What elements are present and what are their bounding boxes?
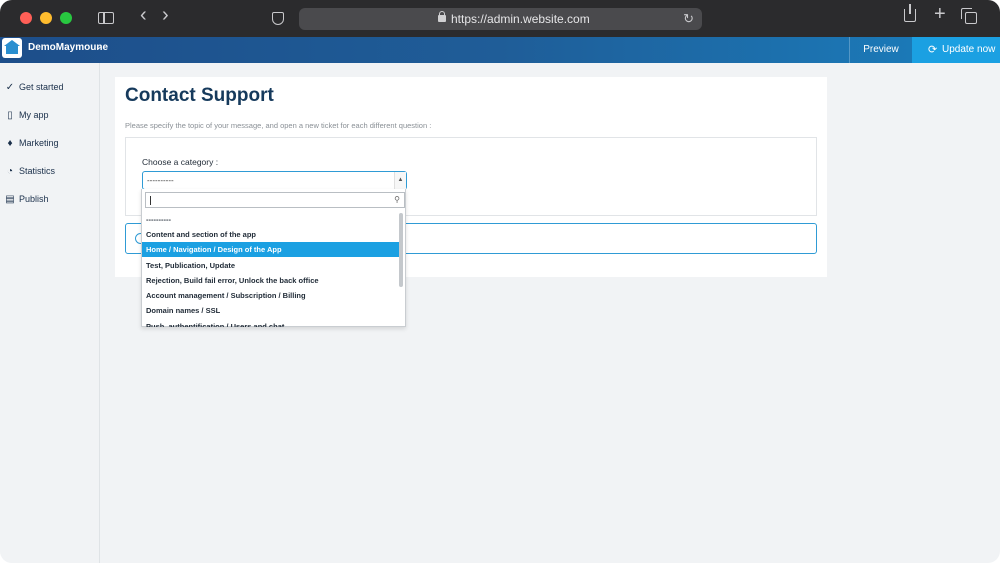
dropdown-option[interactable]: Push, authentification / Users and chat: [142, 319, 399, 327]
app-header: DemoMaymoune ⌄ Preview ⟳ Update now: [0, 37, 1000, 63]
sidebar-item-label: Marketing: [19, 138, 59, 148]
sidebar: ✓ Get started ▯ My app ♦ Marketing ◔ Sta…: [0, 63, 100, 563]
new-tab-icon[interactable]: +: [934, 4, 946, 24]
share-icon[interactable]: [904, 4, 916, 22]
dropdown-option[interactable]: Rejection, Build fail error, Unlock the …: [142, 273, 399, 288]
maximize-window-button[interactable]: [60, 12, 72, 24]
sidebar-item-label: My app: [19, 110, 49, 120]
update-now-label: Update now: [942, 44, 996, 55]
sidebar-item-my-app[interactable]: ▯ My app: [0, 107, 100, 127]
update-now-button[interactable]: ⟳ Update now: [912, 37, 1000, 63]
dropdown-option[interactable]: Content and section of the app: [142, 227, 399, 242]
dropdown-search-input[interactable]: ⚲: [145, 192, 405, 208]
sidebar-item-statistics[interactable]: ◔ Statistics: [0, 163, 100, 183]
check-circle-icon: ✓: [5, 82, 15, 93]
category-select-value: ----------: [147, 176, 174, 185]
dropdown-scrollbar[interactable]: [399, 213, 403, 287]
pie-chart-icon: ◔: [6, 166, 14, 177]
sidebar-item-get-started[interactable]: ✓ Get started: [0, 79, 100, 99]
phone-icon: ▯: [7, 110, 13, 121]
store-icon: ▤: [5, 194, 15, 205]
search-icon: ⚲: [394, 195, 400, 204]
category-dropdown: ⚲ ---------- Content and section of the …: [141, 189, 406, 327]
sidebar-item-label: Statistics: [19, 166, 56, 176]
sidebar-item-publish[interactable]: ▤ Publish: [0, 191, 100, 211]
close-window-button[interactable]: [20, 12, 32, 24]
sidebar-item-label: Publish: [19, 194, 49, 204]
dropdown-options-list: ---------- Content and section of the ap…: [142, 212, 399, 327]
category-select[interactable]: ---------- ▲: [142, 171, 407, 190]
browser-window: ‹ › https://admin.website.com ↻ + DemoMa…: [0, 0, 1000, 563]
preview-button[interactable]: Preview: [849, 37, 912, 63]
dropdown-option[interactable]: ----------: [142, 212, 399, 227]
app-home-icon[interactable]: [2, 38, 22, 58]
category-label: Choose a category :: [142, 157, 219, 167]
chevron-down-icon[interactable]: ⌄: [95, 41, 103, 52]
sidebar-toggle-icon[interactable]: [98, 12, 114, 24]
chevron-up-icon[interactable]: ▲: [394, 172, 406, 189]
sidebar-item-label: Get started: [19, 82, 64, 92]
privacy-shield-icon[interactable]: [272, 12, 284, 25]
url-text: https://admin.website.com: [451, 12, 590, 26]
browser-toolbar: ‹ › https://admin.website.com ↻ +: [0, 0, 1000, 37]
reload-icon[interactable]: ↻: [683, 11, 694, 27]
bell-icon: ♦: [7, 138, 13, 149]
back-icon[interactable]: ‹: [140, 5, 147, 25]
refresh-icon: ⟳: [928, 44, 938, 56]
dropdown-option[interactable]: Domain names / SSL: [142, 303, 399, 318]
dropdown-option-highlighted[interactable]: Home / Navigation / Design of the App: [142, 242, 399, 257]
sidebar-item-marketing[interactable]: ♦ Marketing: [0, 135, 100, 155]
text-caret: [150, 196, 151, 205]
address-bar[interactable]: https://admin.website.com ↻: [299, 8, 702, 30]
minimize-window-button[interactable]: [40, 12, 52, 24]
lock-icon: [438, 11, 446, 22]
page-title: Contact Support: [125, 85, 274, 106]
forward-icon[interactable]: ›: [162, 5, 169, 25]
tab-overview-icon[interactable]: [961, 8, 977, 24]
dropdown-option[interactable]: Test, Publication, Update: [142, 258, 399, 273]
dropdown-option[interactable]: Account management / Subscription / Bill…: [142, 288, 399, 303]
page-subtitle: Please specify the topic of your message…: [125, 121, 432, 130]
